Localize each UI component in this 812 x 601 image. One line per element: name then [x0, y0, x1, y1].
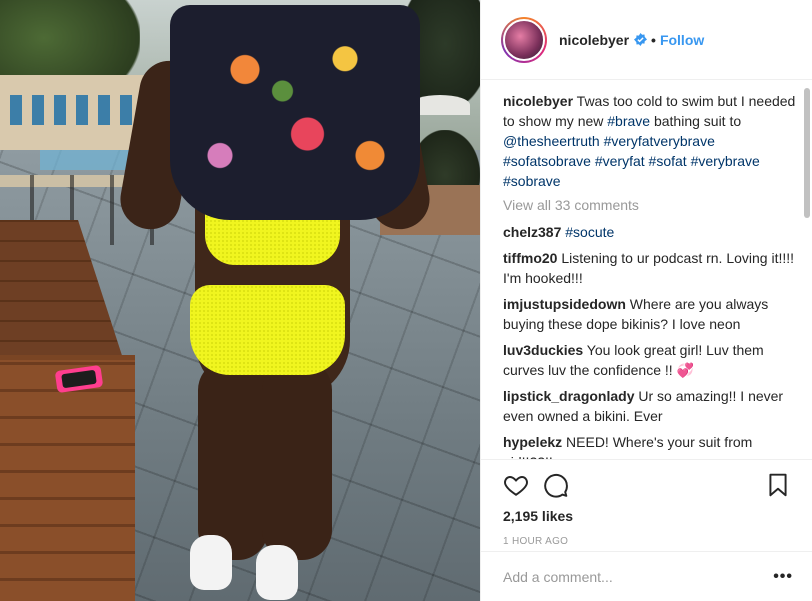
- instagram-post: nicolebyer • Follow nicolebyer Twas too …: [0, 0, 812, 601]
- post-timestamp[interactable]: 1 HOUR AGO: [503, 536, 791, 547]
- comment-item: luv3duckies You look great girl! Luv the…: [503, 340, 797, 380]
- photo-shoe-left: [190, 535, 232, 590]
- post-caption: nicolebyer Twas too cold to swim but I n…: [503, 91, 797, 191]
- comment-item: hypelekz NEED! Where's your suit from gi…: [503, 432, 797, 459]
- avatar[interactable]: [501, 16, 547, 63]
- post-header: nicolebyer • Follow: [481, 0, 812, 80]
- likes-count[interactable]: 2,195 likes: [503, 508, 791, 524]
- photo-person: [0, 0, 480, 601]
- post-actions: 2,195 likes 1 HOUR AGO: [481, 459, 812, 547]
- post-photo[interactable]: [0, 0, 480, 601]
- hashtag-link[interactable]: #veryfat: [595, 153, 645, 169]
- add-comment-bar: •••: [481, 551, 812, 601]
- comment-item: imjustupsidedown Where are you always bu…: [503, 294, 797, 334]
- photo-shoe-right: [256, 545, 298, 600]
- comment-username[interactable]: lipstick_dragonlady: [503, 388, 634, 404]
- hashtag-link[interactable]: #verybrave: [691, 153, 760, 169]
- comment-item: tiffmo20 Listening to ur podcast rn. Lov…: [503, 248, 797, 288]
- verified-badge-icon: [634, 33, 648, 46]
- post-side-panel: nicolebyer • Follow nicolebyer Twas too …: [480, 0, 812, 601]
- comments-list[interactable]: nicolebyer Twas too cold to swim but I n…: [481, 81, 812, 459]
- comment-username[interactable]: imjustupsidedown: [503, 296, 626, 312]
- bookmark-icon[interactable]: [765, 472, 791, 498]
- photo-yellow-bikini-bottom: [190, 285, 345, 375]
- view-all-comments-link[interactable]: View all 33 comments: [503, 197, 797, 213]
- action-icons-row: [503, 470, 791, 500]
- hashtag-link[interactable]: #sofatsobrave: [503, 153, 591, 169]
- header-dot: •: [651, 31, 656, 48]
- photo-floral-shirt: [170, 5, 420, 220]
- comment-username[interactable]: luv3duckies: [503, 342, 583, 358]
- more-options-icon[interactable]: •••: [773, 568, 793, 586]
- comment-item: lipstick_dragonlady Ur so amazing!! I ne…: [503, 386, 797, 426]
- comment-item: chelz387 #socute: [503, 222, 797, 242]
- avatar-image: [503, 18, 545, 61]
- photo-leg-right: [262, 360, 332, 560]
- heart-icon[interactable]: [503, 472, 529, 498]
- follow-button[interactable]: Follow: [660, 32, 704, 48]
- comments-scrollbar[interactable]: [804, 88, 810, 218]
- mention-link[interactable]: @thesheertruth: [503, 133, 600, 149]
- comment-hashtag[interactable]: #socute: [565, 224, 614, 240]
- comment-username[interactable]: hypelekz: [503, 434, 562, 450]
- hashtag-link[interactable]: #veryfatverybrave: [604, 133, 715, 149]
- comment-icon[interactable]: [543, 472, 569, 498]
- hashtag-link[interactable]: #sofat: [649, 153, 687, 169]
- hashtag-link[interactable]: #sobrave: [503, 173, 561, 189]
- photo-leg-left: [198, 360, 268, 560]
- header-username[interactable]: nicolebyer: [559, 32, 629, 48]
- hashtag-link[interactable]: #brave: [607, 113, 650, 129]
- comment-username[interactable]: chelz387: [503, 224, 561, 240]
- caption-text-2: bathing suit to: [653, 113, 742, 129]
- caption-username[interactable]: nicolebyer: [503, 93, 573, 109]
- comment-username[interactable]: tiffmo20: [503, 250, 557, 266]
- add-comment-input[interactable]: [503, 568, 774, 585]
